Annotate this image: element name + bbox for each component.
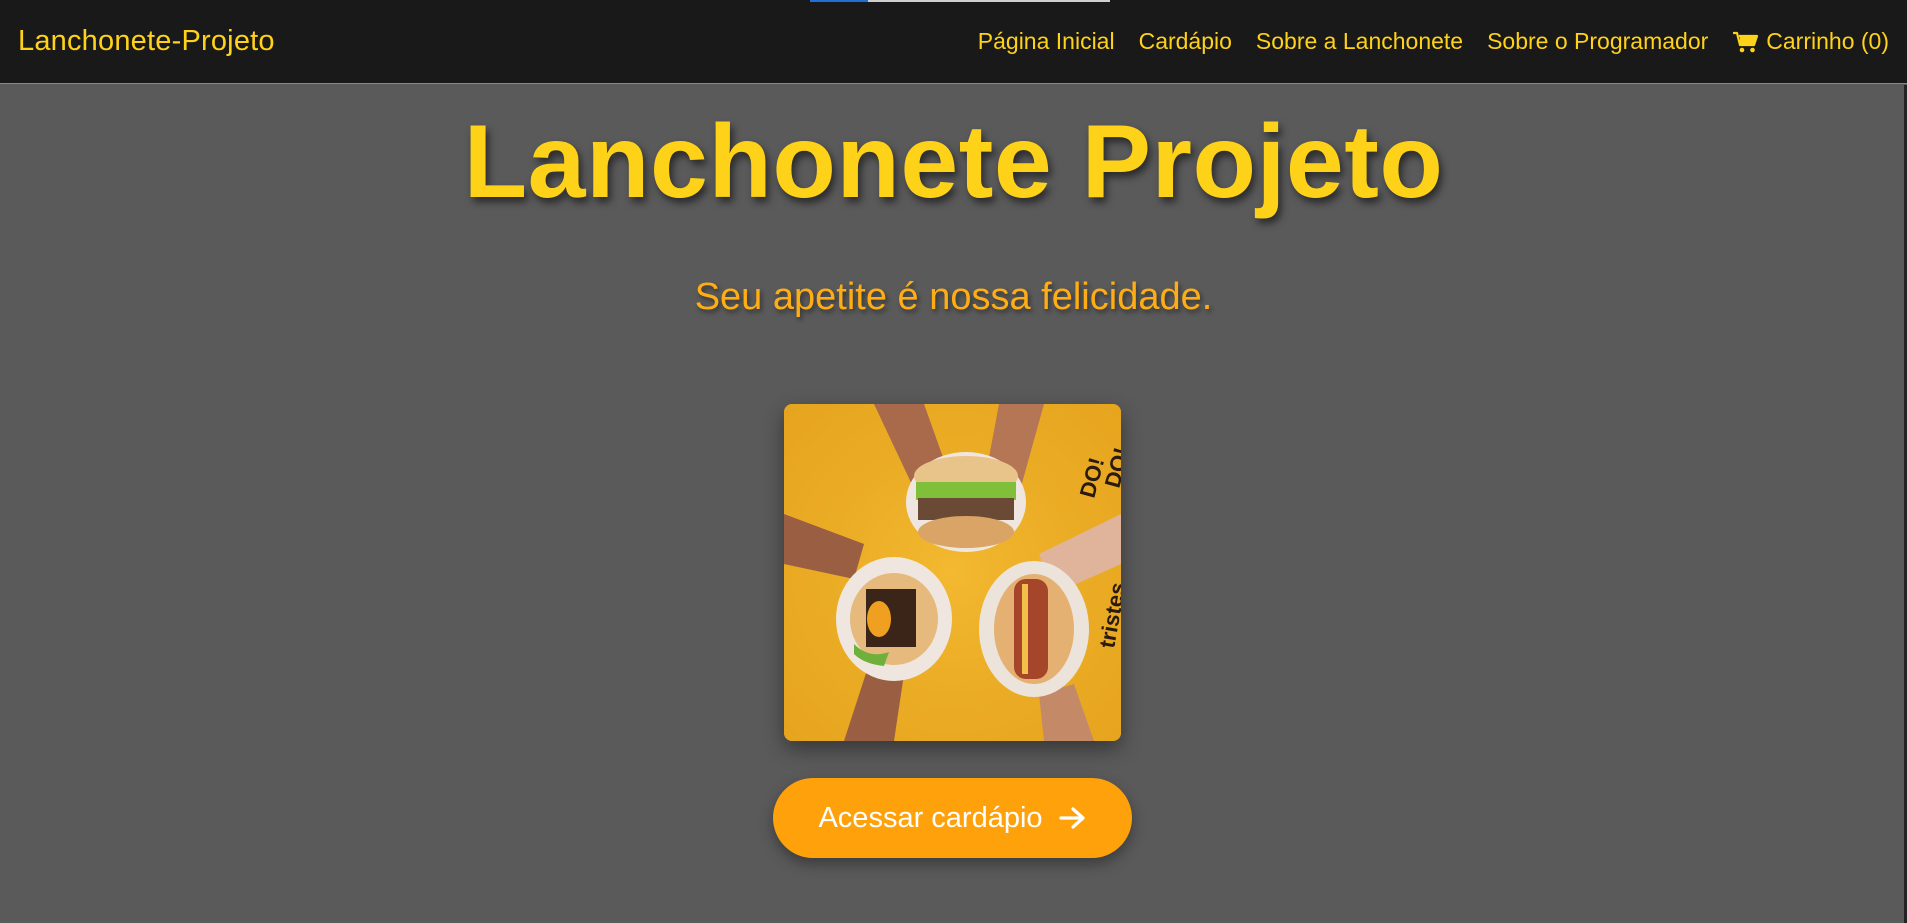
nav-link-sobre-lanchonete[interactable]: Sobre a Lanchonete bbox=[1256, 28, 1463, 55]
access-menu-label: Acessar cardápio bbox=[818, 801, 1043, 834]
navbar: Lanchonete-Projeto Página Inicial Cardáp… bbox=[0, 0, 1907, 84]
brand-link[interactable]: Lanchonete-Projeto bbox=[18, 25, 275, 58]
nav-link-sobre-programador[interactable]: Sobre o Programador bbox=[1487, 28, 1708, 55]
hero-image: DO! DO! tristes, bbox=[784, 404, 1121, 741]
nav-links: Página Inicial Cardápio Sobre a Lanchone… bbox=[978, 28, 1889, 55]
burgers-photo: DO! DO! tristes, bbox=[784, 404, 1121, 741]
loading-indicator bbox=[810, 0, 1110, 2]
shopping-cart-icon bbox=[1733, 31, 1759, 52]
nav-link-cardapio[interactable]: Cardápio bbox=[1139, 28, 1232, 55]
hero-title: Lanchonete Projeto bbox=[463, 104, 1444, 220]
arrow-right-icon bbox=[1058, 807, 1085, 829]
access-menu-button[interactable]: Acessar cardápio bbox=[773, 778, 1132, 858]
hero-subtitle: Seu apetite é nossa felicidade. bbox=[694, 276, 1213, 318]
nav-link-pagina-inicial[interactable]: Página Inicial bbox=[978, 28, 1115, 55]
cart-label: Carrinho (0) bbox=[1766, 28, 1889, 54]
nav-link-carrinho[interactable]: Carrinho (0) bbox=[1732, 28, 1889, 55]
